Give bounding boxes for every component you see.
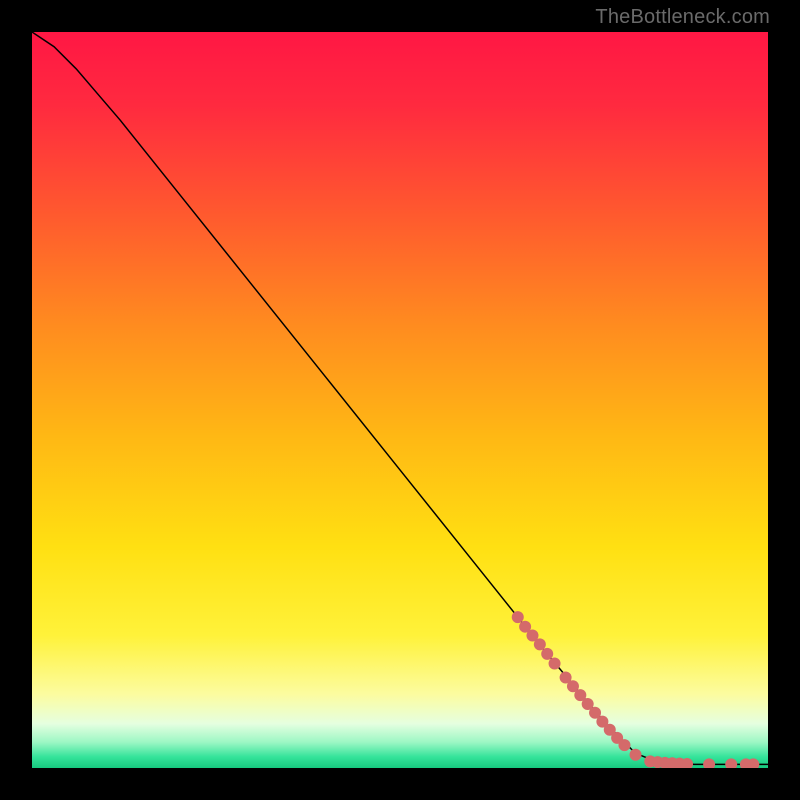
marker-point — [549, 657, 561, 669]
plot-area — [32, 32, 768, 768]
marker-point — [541, 648, 553, 660]
plot-svg — [32, 32, 768, 768]
marker-point — [630, 749, 642, 761]
marker-point — [534, 638, 546, 650]
marker-point — [618, 739, 630, 751]
marker-point — [512, 611, 524, 623]
watermark-text: TheBottleneck.com — [595, 6, 770, 29]
gradient-background — [32, 32, 768, 768]
chart-stage: TheBottleneck.com — [0, 0, 800, 800]
